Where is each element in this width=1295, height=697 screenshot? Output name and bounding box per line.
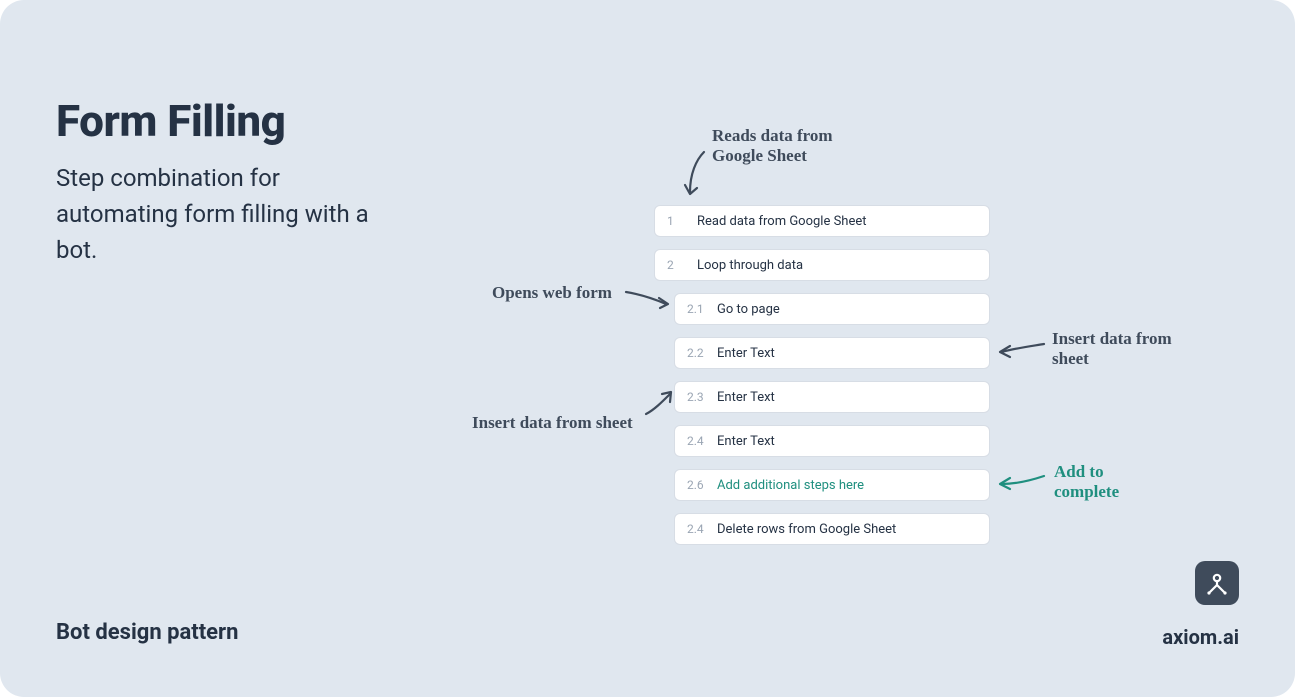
step-row: 2.1 Go to page [674,293,990,325]
brand-icon [1195,561,1239,605]
arrow-icon [998,340,1046,360]
step-row: 2 Loop through data [654,249,990,281]
annotation-opens: Opens web form [492,283,612,303]
step-number: 2.3 [687,390,705,404]
step-label: Read data from Google Sheet [697,214,867,229]
step-label: Enter Text [717,434,775,449]
step-row: 2.2 Enter Text [674,337,990,369]
step-number: 1 [667,214,685,228]
step-number: 2.4 [687,522,705,536]
footer-label: Bot design pattern [56,620,238,645]
page-title: Form Filling [56,95,285,147]
steps-list: 1 Read data from Google Sheet 2 Loop thr… [654,205,990,557]
step-label: Enter Text [717,390,775,405]
annotation-reads: Reads data from Google Sheet [712,126,833,167]
annotation-add: Add to complete [1054,462,1119,503]
annotation-insert-left: Insert data from sheet [472,413,633,433]
step-number: 2.1 [687,302,705,316]
diagram-canvas: Form Filling Step combination for automa… [0,0,1295,697]
step-number: 2 [667,258,685,272]
annotation-insert-right: Insert data from sheet [1052,329,1172,370]
step-row: 2.3 Enter Text [674,381,990,413]
step-number: 2.4 [687,434,705,448]
brand-name: axiom.ai [1162,625,1239,649]
arrow-icon [998,470,1046,492]
step-row-accent: 2.6 Add additional steps here [674,469,990,501]
step-number: 2.2 [687,346,705,360]
arrow-icon [682,148,710,198]
step-row: 1 Read data from Google Sheet [654,205,990,237]
step-label: Add additional steps here [717,478,864,493]
step-number: 2.6 [687,478,705,492]
step-label: Delete rows from Google Sheet [717,522,896,537]
page-subtitle: Step combination for automating form fil… [56,160,396,268]
step-row: 2.4 Enter Text [674,425,990,457]
step-label: Loop through data [697,258,803,273]
step-label: Go to page [717,302,780,317]
step-label: Enter Text [717,346,775,361]
step-row: 2.4 Delete rows from Google Sheet [674,513,990,545]
